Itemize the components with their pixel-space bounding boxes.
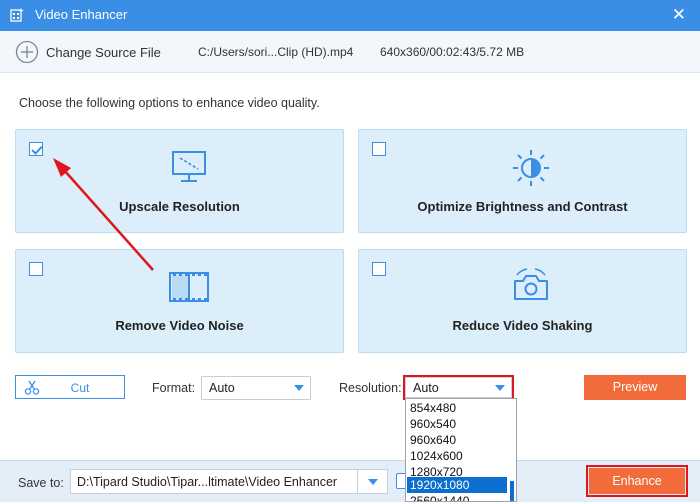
chevron-down-icon: [294, 385, 304, 391]
source-file-info: 640x360/00:02:43/5.72 MB: [380, 45, 525, 59]
instruction-text: Choose the following options to enhance …: [19, 96, 320, 110]
resolution-option[interactable]: 2560x1440: [407, 493, 507, 501]
shaking-checkbox[interactable]: [372, 262, 386, 276]
option-upscale-resolution[interactable]: Upscale Resolution: [15, 129, 344, 233]
cut-button[interactable]: Cut: [15, 375, 125, 399]
option-optimize-brightness[interactable]: Optimize Brightness and Contrast: [358, 129, 687, 233]
enhance-button[interactable]: Enhance: [589, 468, 685, 494]
source-bar: Change Source File C:/Users/sori...Clip …: [0, 31, 700, 73]
resolution-value: Auto: [413, 381, 439, 395]
dropdown-scrollbar[interactable]: [510, 481, 514, 501]
cut-label: Cut: [70, 381, 90, 395]
chevron-down-icon: [368, 479, 378, 485]
film-noise-icon: [169, 272, 209, 302]
resolution-option[interactable]: 960x540: [407, 416, 507, 432]
resolution-option[interactable]: 854x480: [407, 400, 507, 416]
chevron-down-icon: [495, 385, 505, 391]
add-file-icon[interactable]: [15, 40, 39, 64]
upscale-checkbox[interactable]: [29, 142, 43, 156]
resolution-label: Resolution:: [339, 381, 402, 395]
camera-shake-icon: [514, 268, 548, 300]
save-to-label: Save to:: [18, 476, 64, 490]
change-source-button[interactable]: Change Source File: [46, 45, 161, 60]
option-label: Upscale Resolution: [119, 199, 240, 214]
preview-button[interactable]: Preview: [584, 375, 686, 400]
title-bar: Video Enhancer ✕: [0, 0, 700, 31]
resolution-option-selected[interactable]: 1920x1080: [407, 477, 507, 493]
format-label: Format:: [152, 381, 196, 395]
brightness-checkbox[interactable]: [372, 142, 386, 156]
save-path-value: D:\Tipard Studio\Tipar...ltimate\Video E…: [77, 475, 338, 489]
close-icon[interactable]: ✕: [672, 5, 686, 25]
window-title: Video Enhancer: [35, 7, 128, 22]
resolution-select[interactable]: Auto: [405, 377, 512, 398]
format-value: Auto: [209, 381, 235, 395]
upscale-monitor-icon: [172, 151, 206, 182]
option-remove-noise[interactable]: Remove Video Noise: [15, 249, 344, 353]
source-file-path: C:/Users/sori...Clip (HD).mp4: [198, 45, 354, 59]
resolution-option[interactable]: 960x640: [407, 432, 507, 448]
resolution-option[interactable]: 1024x600: [407, 448, 507, 464]
option-label: Reduce Video Shaking: [452, 318, 593, 333]
app-logo-icon: [10, 8, 24, 22]
format-select[interactable]: Auto: [201, 376, 311, 400]
select-divider: [357, 470, 358, 493]
option-label: Optimize Brightness and Contrast: [417, 199, 628, 214]
resolution-dropdown[interactable]: 854x480 960x540 960x640 1024x600 1280x72…: [405, 398, 517, 502]
noise-checkbox[interactable]: [29, 262, 43, 276]
brightness-sun-icon: [513, 150, 549, 186]
save-path-select[interactable]: D:\Tipard Studio\Tipar...ltimate\Video E…: [70, 469, 388, 494]
option-label: Remove Video Noise: [115, 318, 244, 333]
option-reduce-shaking[interactable]: Reduce Video Shaking: [358, 249, 687, 353]
